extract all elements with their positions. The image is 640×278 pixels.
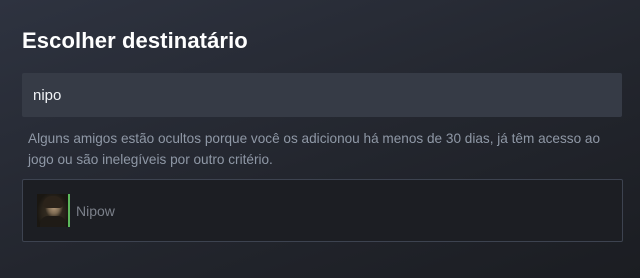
- friend-name: Nipow: [76, 202, 115, 219]
- avatar: [37, 194, 70, 227]
- search-input[interactable]: [33, 86, 611, 104]
- search-box[interactable]: [22, 73, 622, 117]
- friend-results-list: Nipow: [22, 179, 623, 242]
- choose-recipient-dialog: Escolher destinatário Alguns amigos estã…: [0, 0, 640, 278]
- hidden-friends-notice: Alguns amigos estão ocultos porque você …: [28, 131, 601, 167]
- friend-list-item[interactable]: Nipow: [37, 194, 115, 227]
- dialog-title: Escolher destinatário: [22, 28, 248, 53]
